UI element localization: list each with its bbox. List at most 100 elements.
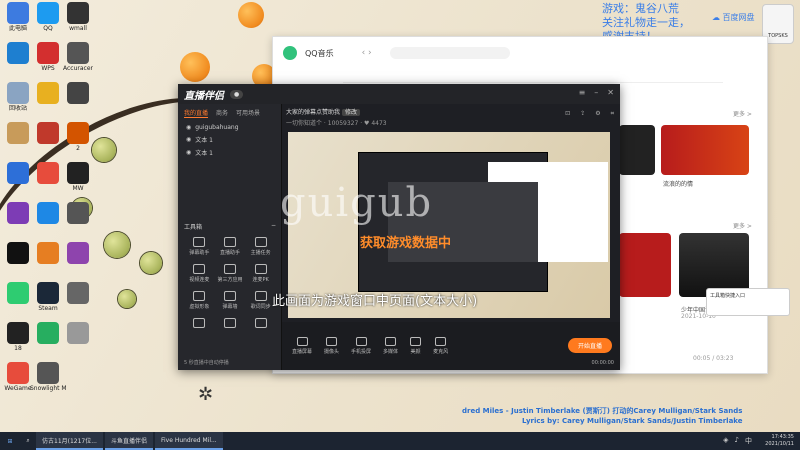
app-icon [67,242,89,264]
cloud-icon: ☁ 百度网盘 [712,13,755,22]
tool-button[interactable]: 主播任务 [245,237,276,256]
app-icon [67,322,89,344]
desktop-icon[interactable]: Accuracer [60,42,96,72]
mic-button[interactable]: 麦克风 [433,337,448,355]
screenshot-icon[interactable]: ⌗ [611,110,614,118]
app-icon [67,82,89,104]
lock-icon[interactable]: ⊡ [565,110,570,118]
taskbar-app-label: 仿古11月(1217位... [42,437,97,445]
overlay-line: 关注礼物走一走， [602,16,690,29]
tab-scenes[interactable]: 可用场景 [236,108,260,118]
tool-button[interactable]: 弹幕墙 [215,291,246,310]
volume-icon[interactable]: ♪ [735,436,739,446]
toolbox-title: 工具箱 [184,224,203,231]
edit-button[interactable]: 修改 [341,109,360,116]
desktop-icon[interactable] [60,282,96,305]
collapse-icon[interactable]: − [271,222,276,231]
mode-badge[interactable]: ● [230,89,244,99]
desktop-icon-label: Accuracer [63,65,93,72]
scene-item[interactable]: ◉ 文本 1 [178,146,281,159]
tab-business[interactable]: 商务 [216,108,228,118]
share-icon[interactable]: ⇪ [580,110,585,118]
scene-item[interactable]: ◉ 文本 1 [178,133,281,146]
desktop-lyrics: dred Miles - Justin Timberlake (贾斯汀) 打动的… [462,406,743,426]
more-link[interactable]: 更多 > [733,221,752,230]
chrome-icon [37,202,59,224]
floating-widget[interactable]: 工具箱快捷入口 [706,288,790,316]
game-icon [37,82,59,104]
tool-button[interactable]: 视频连麦 [184,264,215,283]
desktop-icon[interactable]: 2 [60,122,96,152]
back-icon[interactable]: ‹ › [362,48,372,58]
desktop-icon[interactable] [60,202,96,225]
search-icon[interactable]: ⌕ [20,437,36,445]
tab-my-live[interactable]: 我的直播 [184,108,209,118]
app-icon [67,282,89,304]
ime-icon[interactable]: 中 [745,436,752,446]
tool-icon [223,264,236,274]
desktop-icon-label: Snowlight Manager [30,385,66,392]
tool-button[interactable] [245,318,276,330]
widget-title: 工具箱快捷入口 [710,293,746,299]
song-card[interactable] [619,233,671,297]
song-caption: 流浪的的情 [663,181,694,188]
tool-button[interactable]: 连麦PK [245,264,276,283]
media-button[interactable]: 多媒体 [383,337,398,355]
tool-label: 连麦PK [252,277,269,283]
screen-capture-button[interactable]: 直播屏幕 [292,337,312,355]
taskbar-app[interactable]: 斗鱼直播伴侣 [104,432,153,450]
tool-grid: 弹幕助手 直播助手 主播任务 视频连麦 第三方应用 连麦PK 虚拟形象 弹幕墙 歌词同步 [184,237,276,330]
taskbar-app-label: Five Hundred Mil... [160,436,217,444]
tool-button[interactable]: 直播助手 [215,237,246,256]
desktop-icon[interactable]: Snowlight Manager [30,362,66,392]
phone-cast-button[interactable]: 手机投屏 [351,337,371,355]
tool-icon [254,291,267,301]
tool-button[interactable]: 虚拟形象 [184,291,215,310]
game-icon [37,242,59,264]
desktop-icon[interactable]: MW [60,162,96,192]
beauty-button[interactable]: 美颜 [410,337,422,355]
tool-button[interactable] [215,318,246,330]
orange-decoration [180,52,210,82]
window-titlebar: 直播伴侣 ● ≡ – ✕ [178,84,620,104]
computer-icon [7,2,29,24]
more-link[interactable]: 更多 > [733,109,752,118]
desktop-icon[interactable] [60,82,96,105]
scene-item[interactable]: ◉ guigubahuang [178,122,281,133]
menu-icon[interactable]: ≡ [579,88,586,97]
eye-icon[interactable]: ◉ [186,124,191,131]
desktop-icon-label: Steam [38,305,58,312]
camera-button[interactable]: 摄像头 [324,337,339,355]
clock[interactable]: 17:43:35 2021/10/11 [765,434,794,448]
app-icon [37,362,59,384]
tool-label: 弹幕助手 [189,250,210,256]
start-live-button[interactable]: 开始直播 [567,338,612,353]
tool-button[interactable] [184,318,215,330]
eye-icon[interactable]: ◉ [186,149,191,156]
settings-icon[interactable]: ⚙ [595,110,600,118]
desktop-icon[interactable] [60,242,96,265]
tool-button[interactable]: 弹幕助手 [184,237,215,256]
game-icon [67,122,89,144]
orange-decoration [238,2,264,28]
network-icon[interactable]: ◈ [723,436,728,446]
taskbar-app[interactable]: 仿古11月(1217位... [36,432,103,450]
control-bar: 直播屏幕 摄像头 手机投屏 多媒体 美颜 麦克风 开始直播 00:00:00 [282,322,620,370]
scene-tabs: 我的直播 商务 可用场景 [178,104,281,122]
close-icon[interactable]: ✕ [607,88,614,97]
desktop-icon-label: 回收站 [8,105,27,112]
tool-icon [223,291,236,301]
song-card[interactable] [661,125,749,175]
taskbar-app[interactable]: Five Hundred Mil... [154,432,223,450]
window-controls: ≡ – ✕ [579,88,614,97]
live-companion-window[interactable]: 直播伴侣 ● ≡ – ✕ 我的直播 商务 可用场景 ◉ guigubahuang … [178,84,620,370]
steam-icon [37,282,59,304]
desktop-icon[interactable] [60,322,96,345]
search-input[interactable] [389,47,510,59]
start-icon[interactable]: ⊞ [0,438,20,445]
song-card[interactable] [619,125,655,175]
desktop-icon[interactable]: wmall [60,2,96,32]
minimize-icon[interactable]: – [594,88,598,97]
tool-button[interactable]: 第三方应用 [215,264,246,283]
eye-icon[interactable]: ◉ [186,136,191,143]
